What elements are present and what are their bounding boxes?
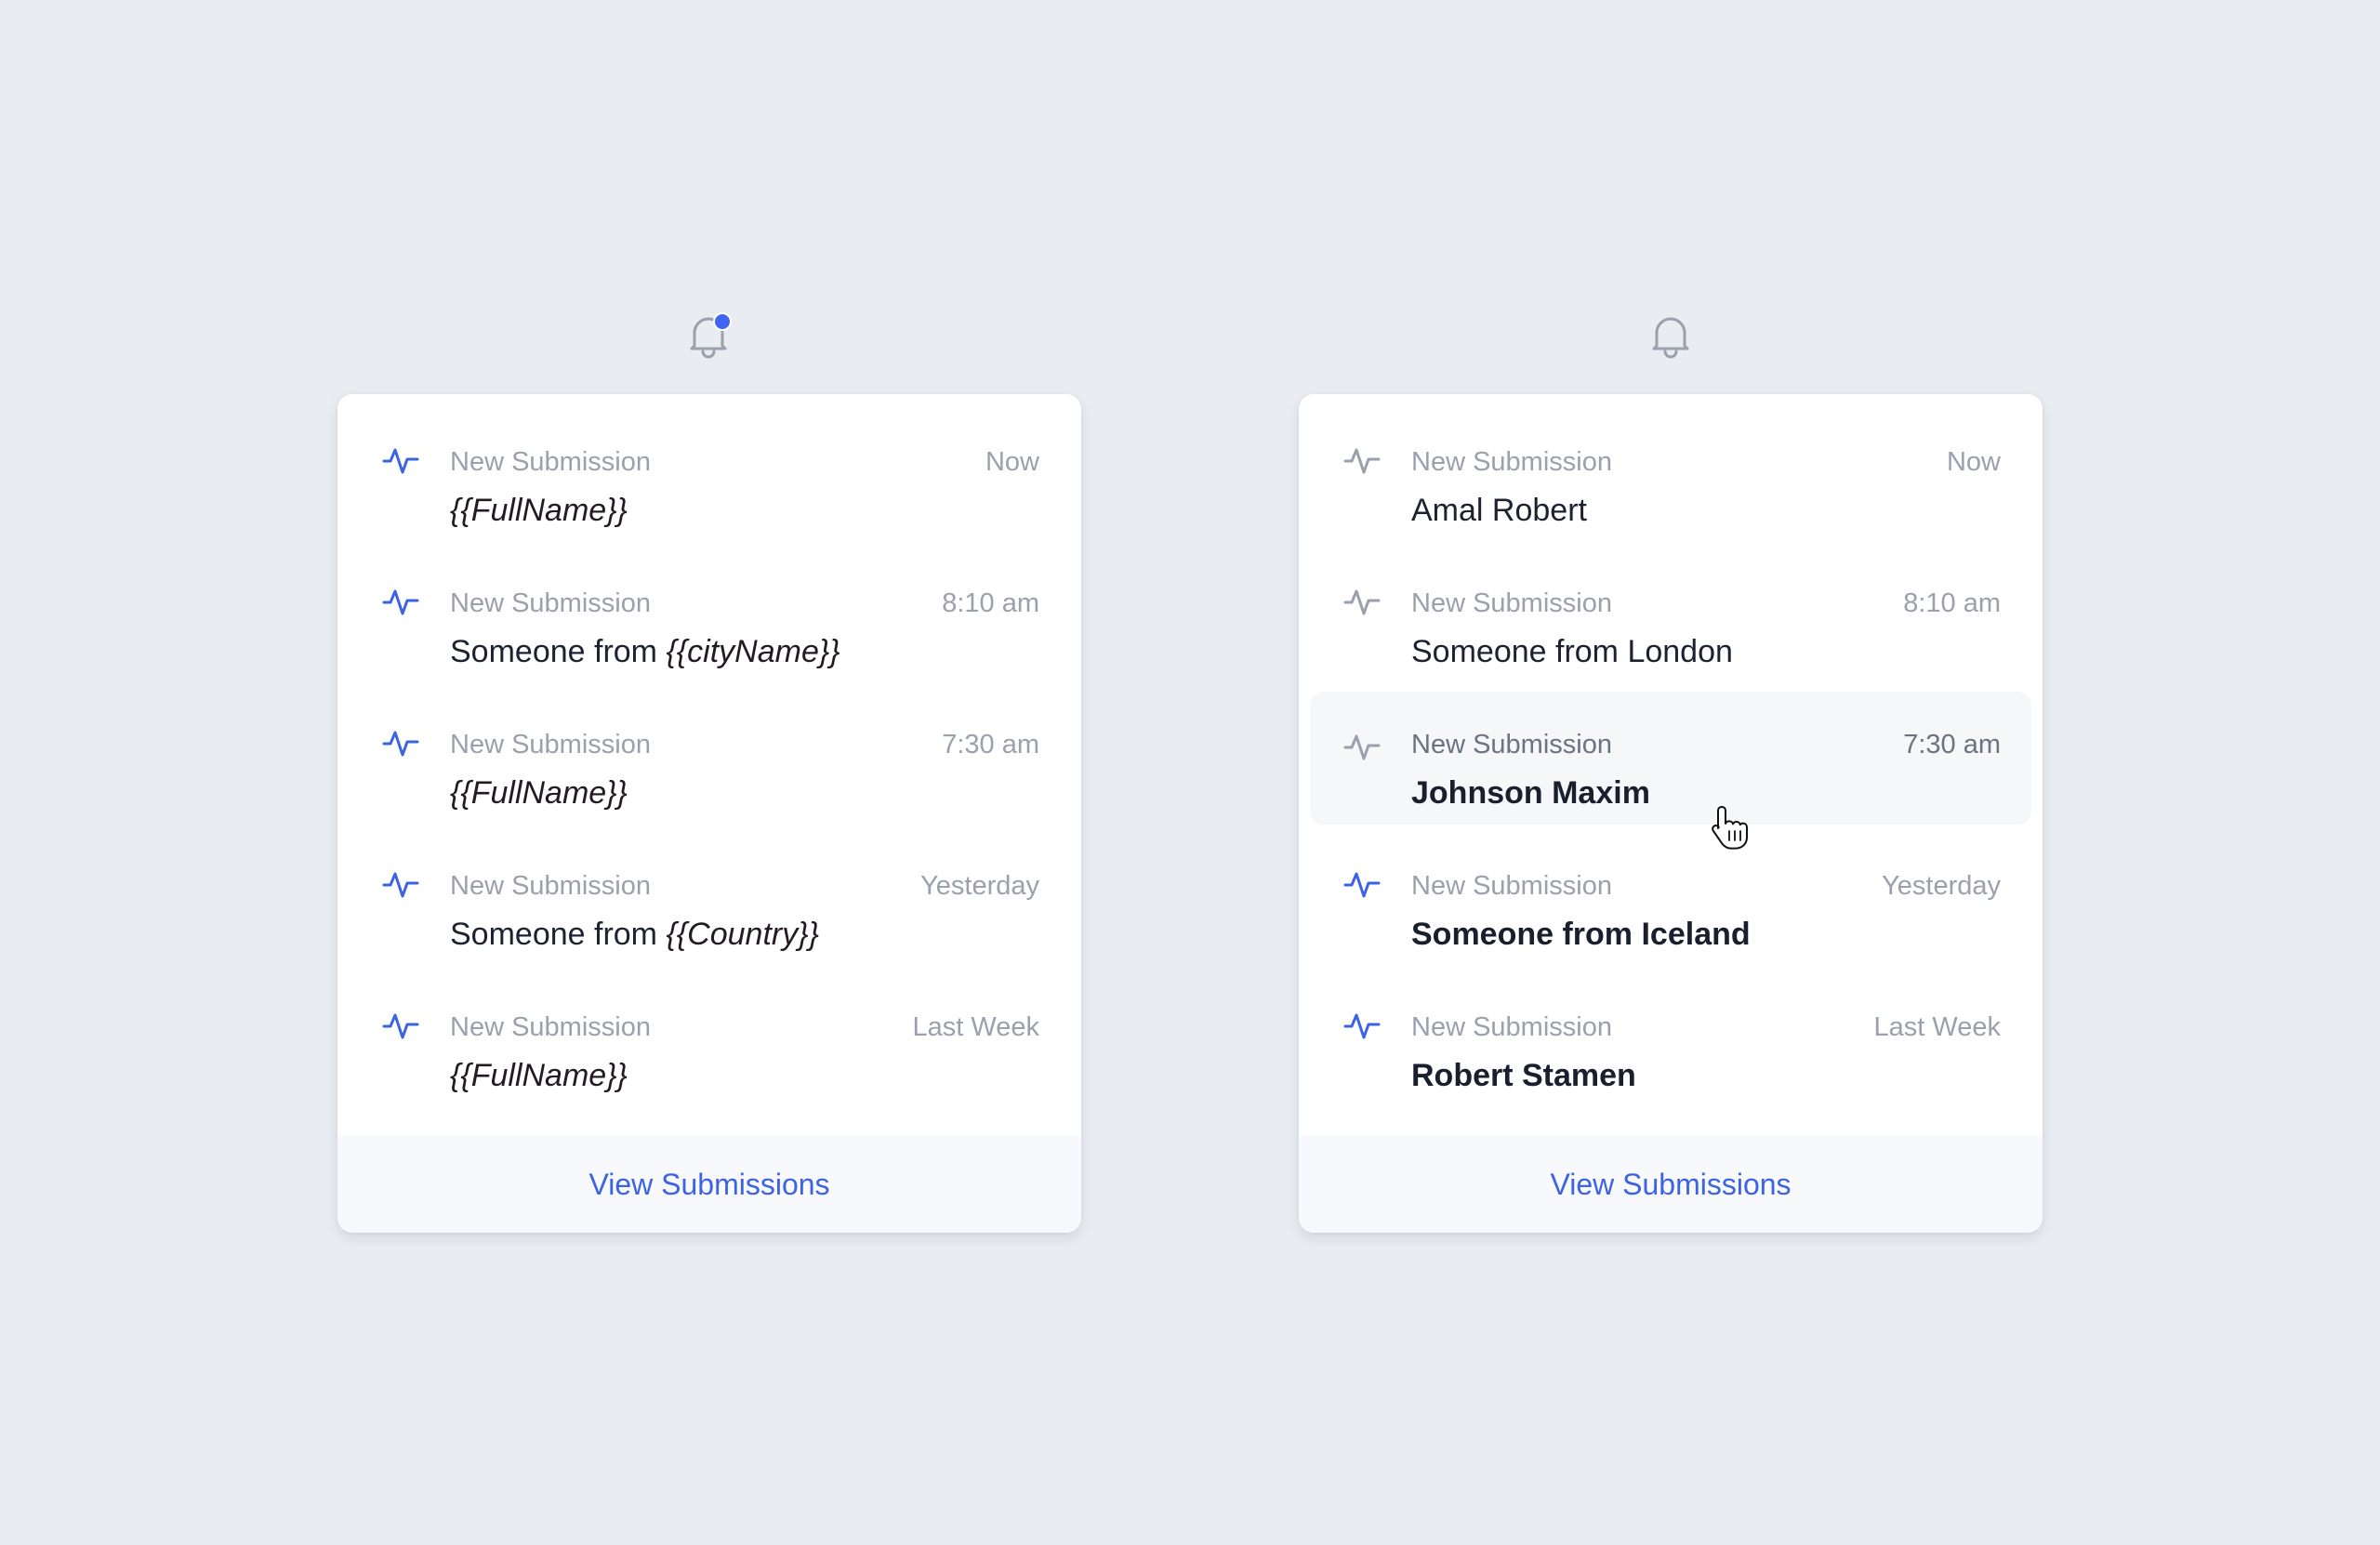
notification-time: 7:30 am (1903, 730, 2001, 759)
activity-pulse-icon (382, 866, 419, 904)
notification-time: Yesterday (920, 871, 1039, 901)
notification-time: Now (1946, 447, 2001, 477)
notification-item[interactable]: New Submission Now Amal Robert (1310, 405, 2031, 538)
activity-pulse-icon (1343, 442, 1381, 480)
notification-time: Now (985, 447, 1039, 477)
notification-title: Johnson Maxim (1411, 775, 1650, 811)
notification-type: New Submission (450, 1012, 651, 1042)
activity-pulse-icon (382, 1008, 419, 1045)
notification-bell-button-unread[interactable] (681, 309, 735, 363)
activity-pulse-icon (382, 442, 419, 480)
notification-title: Robert Stamen (1411, 1058, 1636, 1093)
notification-type: New Submission (450, 730, 651, 759)
notification-item[interactable]: New Submission Last Week Robert Stamen (1310, 971, 2031, 1103)
notification-time: 8:10 am (942, 588, 1039, 618)
notification-bell-button[interactable] (1644, 309, 1698, 363)
bell-icon (690, 312, 732, 359)
notification-item[interactable]: New Submission Now {{FullName}} (349, 405, 1070, 538)
activity-pulse-icon (1343, 584, 1381, 621)
notification-type: New Submission (450, 871, 651, 901)
notification-type: New Submission (1411, 871, 1612, 901)
unread-badge (715, 314, 730, 329)
notification-item[interactable]: New Submission Last Week {{FullName}} (349, 971, 1070, 1103)
notification-type: New Submission (450, 447, 651, 477)
template-variable: {{cityName}} (666, 634, 840, 669)
notification-type: New Submission (1411, 1012, 1612, 1042)
view-submissions-link[interactable]: View Submissions (1550, 1168, 1791, 1202)
notification-title: Amal Robert (1411, 493, 1587, 528)
activity-pulse-icon (1343, 729, 1381, 766)
notification-item-hovered[interactable]: New Submission 7:30 am Johnson Maxim (1310, 692, 2031, 825)
notification-title: Someone from London (1411, 634, 1733, 669)
notifications-card-filled: New Submission Now Amal Robert New Submi… (1299, 394, 2043, 1233)
notification-item[interactable]: New Submission 7:30 am {{FullName}} (349, 688, 1070, 821)
notification-title: Someone from {{cityName}} (450, 634, 840, 669)
notification-item[interactable]: New Submission 8:10 am Someone from Lond… (1310, 547, 2031, 680)
notification-time: 7:30 am (942, 730, 1039, 759)
card-footer: View Submissions (337, 1136, 1081, 1233)
view-submissions-link[interactable]: View Submissions (588, 1168, 829, 1202)
activity-pulse-icon (1343, 1008, 1381, 1045)
notification-item[interactable]: New Submission Yesterday Someone from Ic… (1310, 829, 2031, 962)
notification-type: New Submission (1411, 447, 1612, 477)
template-variable: {{FullName}} (450, 1058, 628, 1093)
template-variable: {{Country}} (666, 917, 819, 952)
hand-pointer-cursor-icon (1709, 803, 1752, 852)
notification-time: Last Week (912, 1012, 1039, 1042)
notification-time: 8:10 am (1903, 588, 2001, 618)
activity-pulse-icon (1343, 866, 1381, 904)
template-variable: {{FullName}} (450, 493, 628, 528)
notification-title: {{FullName}} (450, 491, 628, 530)
notification-title: Someone from Iceland (1411, 917, 1751, 952)
notification-type: New Submission (450, 588, 651, 618)
activity-pulse-icon (382, 725, 419, 762)
template-variable: {{FullName}} (450, 775, 628, 811)
notification-time: Yesterday (1882, 871, 2001, 901)
card-footer: View Submissions (1299, 1136, 2043, 1233)
notification-type: New Submission (1411, 588, 1612, 618)
notification-title: {{FullName}} (450, 773, 628, 812)
notification-item[interactable]: New Submission 8:10 am Someone from {{ci… (349, 547, 1070, 680)
notification-title: Someone from {{Country}} (450, 917, 819, 952)
notification-item[interactable]: New Submission Yesterday Someone from {{… (349, 829, 1070, 962)
notification-title: {{FullName}} (450, 1056, 628, 1095)
notification-time: Last Week (1873, 1012, 2001, 1042)
activity-pulse-icon (382, 584, 419, 621)
notifications-card-template: New Submission Now {{FullName}} New Subm… (337, 394, 1081, 1233)
notification-type: New Submission (1411, 730, 1612, 759)
bell-icon (1652, 317, 1689, 359)
